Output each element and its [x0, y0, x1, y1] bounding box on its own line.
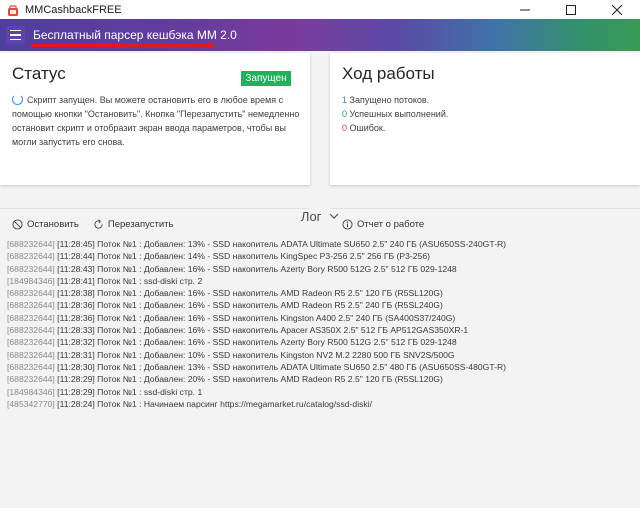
log-entry-id: [688232644]	[7, 312, 55, 323]
maximize-icon	[566, 4, 576, 15]
log-entry: [688232644] [11:28:33] Поток №1 : Добавл…	[7, 324, 637, 336]
log-entry-text: [11:28:36] Поток №1 : Добавлен: 16% - SS…	[54, 300, 443, 311]
log-entry-text: [11:28:38] Поток №1 : Добавлен: 16% - SS…	[54, 288, 443, 299]
heading-underline	[31, 44, 214, 47]
log-entry: [184984346] [11:28:41] Поток №1 : ssd-di…	[7, 275, 637, 287]
log-entry: [485342770] [11:28:24] Поток №1 : Начина…	[7, 398, 637, 410]
log-entry-id: [485342770]	[7, 398, 55, 409]
log-entry-id: [688232644]	[7, 251, 55, 262]
app-icon	[7, 4, 19, 16]
log-toggle[interactable]: Лог	[0, 208, 640, 224]
success-line: 0 Успешных выполнений.	[342, 107, 448, 121]
log-entry: [688232644] [11:28:44] Поток №1 : Добавл…	[7, 250, 637, 262]
success-label: Успешных выполнений.	[347, 109, 449, 119]
log-entry: [688232644] [11:28:31] Поток №1 : Добавл…	[7, 349, 637, 361]
close-icon	[612, 4, 622, 15]
log-entry: [688232644] [11:28:45] Поток №1 : Добавл…	[7, 238, 637, 250]
chevron-down-icon	[329, 213, 339, 219]
log-entry-id: [688232644]	[7, 300, 55, 311]
log-entry-text: [11:28:44] Поток №1 : Добавлен: 14% - SS…	[54, 251, 430, 262]
log-entry-text: [11:28:33] Поток №1 : Добавлен: 16% - SS…	[54, 325, 469, 336]
menu-button[interactable]	[6, 26, 25, 44]
window-titlebar: MMCashbackFREE	[0, 0, 640, 19]
log-entry: [688232644] [11:28:43] Поток №1 : Добавл…	[7, 263, 637, 275]
log-title: Лог	[300, 209, 322, 225]
log-entry: [688232644] [11:28:30] Поток №1 : Добавл…	[7, 361, 637, 373]
log-entry-text: [11:28:32] Поток №1 : Добавлен: 16% - SS…	[54, 337, 457, 348]
threads-line: 1 Запущено потоков.	[342, 93, 448, 107]
log-entry-text: [11:28:29] Поток №1 : ssd-diski стр. 1	[54, 386, 203, 397]
log-entry-text: [11:28:45] Поток №1 : Добавлен: 13% - SS…	[54, 239, 507, 249]
log-entry-text: [11:28:29] Поток №1 : Добавлен: 20% - SS…	[54, 374, 443, 385]
app-heading: Бесплатный парсер кешбэка ММ 2.0	[33, 28, 237, 42]
maximize-button[interactable]	[548, 0, 594, 19]
log-entry-id: [688232644]	[7, 349, 55, 360]
log-entry-text: [11:28:24] Поток №1 : Начинаем парсинг h…	[54, 398, 372, 409]
errors-label: Ошибок.	[347, 123, 386, 133]
window-title: MMCashbackFREE	[25, 3, 122, 16]
minimize-button[interactable]	[502, 0, 548, 19]
log-entry-id: [688232644]	[7, 337, 55, 348]
status-card: Статус Запущен Скрипт запущен. Вы можете…	[0, 53, 310, 230]
progress-stats: 1 Запущено потоков. 0 Успешных выполнени…	[342, 93, 448, 135]
progress-card: Ход работы 1 Запущено потоков. 0 Успешны…	[330, 53, 640, 230]
log-entry-text: [11:28:30] Поток №1 : Добавлен: 13% - SS…	[54, 361, 507, 372]
log-entry-id: [688232644]	[7, 263, 55, 274]
log-list: [688232644] [11:28:45] Поток №1 : Добавл…	[7, 238, 637, 410]
progress-title: Ход работы	[342, 64, 435, 83]
log-entry: [688232644] [11:28:32] Поток №1 : Добавл…	[7, 336, 637, 348]
menu-icon	[10, 29, 21, 32]
status-title: Статус	[12, 64, 66, 83]
app-bar: Бесплатный парсер кешбэка ММ 2.0	[0, 19, 640, 51]
close-button[interactable]	[594, 0, 640, 19]
log-entry-text: [11:28:31] Поток №1 : Добавлен: 10% - SS…	[54, 349, 455, 360]
log-entry-id: [688232644]	[7, 288, 55, 299]
log-entry-text: [11:28:43] Поток №1 : Добавлен: 16% - SS…	[54, 263, 457, 274]
log-entry: [688232644] [11:28:36] Поток №1 : Добавл…	[7, 299, 637, 311]
status-message: Скрипт запущен. Вы можете остановить его…	[12, 95, 300, 147]
log-entry-id: [184984346]	[7, 275, 55, 286]
log-entry-text: [11:28:41] Поток №1 : ssd-diski стр. 2	[54, 275, 203, 286]
errors-line: 0 Ошибок.	[342, 121, 448, 135]
threads-label: Запущено потоков.	[347, 95, 430, 105]
log-entry-text: [11:28:36] Поток №1 : Добавлен: 16% - SS…	[54, 312, 456, 323]
status-badge: Запущен	[241, 71, 291, 86]
log-entry: [184984346] [11:28:29] Поток №1 : ssd-di…	[7, 386, 637, 398]
log-entry-id: [688232644]	[7, 374, 55, 385]
log-entry: [688232644] [11:28:38] Поток №1 : Добавл…	[7, 287, 637, 299]
log-entry-id: [184984346]	[7, 386, 55, 397]
minimize-icon	[520, 9, 530, 10]
log-entry: [688232644] [11:28:36] Поток №1 : Добавл…	[7, 312, 637, 324]
log-entry: [688232644] [11:28:29] Поток №1 : Добавл…	[7, 373, 637, 385]
log-entry-id: [688232644]	[7, 361, 55, 372]
log-entry-id: [688232644]	[7, 325, 55, 336]
log-entry-id: [688232644]	[7, 239, 55, 249]
